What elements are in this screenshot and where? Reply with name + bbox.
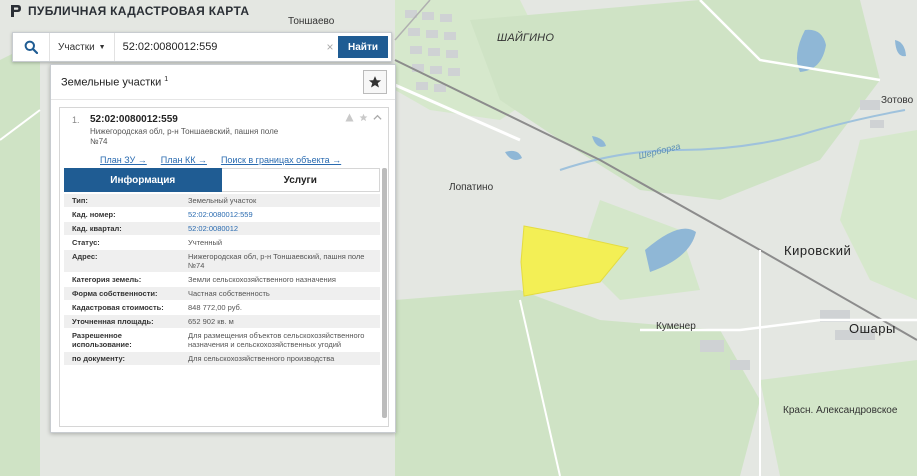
map-label-krasn-aleksandrovskoe: Красн. Александровское	[783, 405, 898, 416]
app-title: ПУБЛИЧНАЯ КАДАСТРОВАЯ КАРТА	[28, 4, 250, 18]
info-value: Земли сельскохозяйственного назначения	[188, 275, 336, 284]
result-card: 1. 52:02:0080012:559 Нижегородская обл, …	[59, 107, 389, 427]
map-label-kirovsky: Кировский	[784, 243, 852, 258]
link-search-in-bounds[interactable]: Поиск в границах объекта →	[221, 155, 341, 165]
info-label: Статус:	[72, 238, 100, 247]
results-count: 1	[164, 75, 169, 83]
tab-services[interactable]: Услуги	[221, 168, 380, 192]
info-label: Кад. квартал:	[72, 224, 122, 233]
info-row-address: Адрес: Нижегородская обл, р-н Тоншаевски…	[64, 250, 380, 273]
search-bar: Участки ▼ × Найти	[12, 32, 392, 62]
info-label: Тип:	[72, 196, 88, 205]
result-header: 1. 52:02:0080012:559 Нижегородская обл, …	[60, 108, 388, 172]
warning-icon[interactable]	[345, 113, 354, 122]
result-cadastral-id[interactable]: 52:02:0080012:559	[90, 114, 378, 125]
results-panel: Земельные участки 1 1. 52:02:0080012:559…	[50, 64, 396, 433]
info-label: Категория земель:	[72, 275, 142, 284]
info-value: Для сельскохозяйственного производства	[188, 354, 335, 363]
forest-area	[0, 40, 40, 476]
result-number: 1.	[72, 115, 80, 125]
clear-icon[interactable]: ×	[322, 40, 338, 54]
map-label-kumener: Куменер	[656, 321, 696, 332]
star-icon[interactable]	[359, 113, 368, 122]
logo-icon	[11, 5, 21, 17]
info-label: Кад. номер:	[72, 210, 116, 219]
search-icon[interactable]	[13, 33, 49, 61]
info-value-link[interactable]: 52:02:0080012:559	[182, 208, 380, 221]
app-header: ПУБЛИЧНАЯ КАДАСТРОВАЯ КАРТА	[10, 0, 249, 22]
result-tools	[345, 113, 382, 122]
star-icon	[368, 76, 382, 88]
link-plan-kk[interactable]: План КК →	[161, 155, 207, 165]
info-label: Адрес:	[72, 252, 98, 261]
info-value: 652 902 кв. м	[188, 317, 234, 326]
result-address: Нижегородская обл, р-н Тоншаевский, пашн…	[90, 127, 330, 147]
search-button[interactable]: Найти	[338, 36, 388, 58]
info-row-type: Тип: Земельный участок	[64, 194, 380, 208]
info-row-permitted-use: Разрешенное использование: Для размещени…	[64, 329, 380, 352]
info-value: Учтенный	[188, 238, 223, 247]
result-links: План ЗУ → План КК → Поиск в границах объ…	[100, 155, 341, 165]
link-plan-zu[interactable]: План ЗУ →	[100, 155, 147, 165]
info-row-cad-number: Кад. номер: 52:02:0080012:559	[64, 208, 380, 222]
info-label: Кадастровая стоимость:	[72, 303, 164, 312]
info-row-status: Статус: Учтенный	[64, 236, 380, 250]
map-label-shaigino: ШАЙГИНО	[497, 32, 555, 44]
map-label-lopatino: Лопатино	[449, 182, 494, 193]
info-table: Тип: Земельный участок Кад. номер: 52:02…	[64, 194, 380, 366]
panel-title-text: Земельные участки	[61, 76, 162, 89]
info-label: Уточненная площадь:	[72, 317, 154, 326]
search-input[interactable]	[114, 35, 323, 59]
chevron-up-icon[interactable]	[373, 113, 382, 122]
favorite-button[interactable]	[363, 70, 387, 94]
info-row-ownership: Форма собственности: Частная собственнос…	[64, 287, 380, 301]
search-type-dropdown[interactable]: Участки ▼	[49, 33, 115, 61]
tab-information[interactable]: Информация	[64, 168, 222, 192]
info-row-by-document: по документу: Для сельскохозяйственного …	[64, 352, 380, 366]
info-value: Земельный участок	[188, 196, 257, 205]
search-type-label: Участки	[58, 41, 95, 53]
panel-header: Земельные участки 1	[51, 65, 395, 100]
info-row-cad-quarter: Кад. квартал: 52:02:0080012	[64, 222, 380, 236]
info-value: Частная собственность	[188, 289, 270, 298]
info-label: Разрешенное использование:	[72, 331, 132, 349]
info-value: Нижегородская обл, р-н Тоншаевский, пашн…	[188, 252, 365, 270]
info-row-land-category: Категория земель: Земли сельскохозяйстве…	[64, 273, 380, 287]
info-value: Для размещения объектов сельскохозяйстве…	[188, 331, 365, 349]
info-tabs: Информация Услуги	[64, 168, 380, 192]
info-row-cad-value: Кадастровая стоимость: 848 772,00 руб.	[64, 301, 380, 315]
scrollbar[interactable]	[382, 168, 387, 418]
result-address-line: Нижегородская обл, р-н Тоншаевский, пашн…	[90, 127, 279, 136]
result-address-line: №74	[90, 137, 108, 146]
map-label-zotovo: Зотово	[881, 95, 914, 106]
map-label-tonshaevo: Тоншаево	[288, 16, 335, 27]
info-value-link[interactable]: 52:02:0080012	[182, 222, 380, 235]
map-label-oshary: Ошары	[849, 321, 896, 336]
info-label: Форма собственности:	[72, 289, 158, 298]
info-label: по документу:	[72, 354, 126, 363]
info-value: 848 772,00 руб.	[188, 303, 242, 312]
chevron-down-icon: ▼	[98, 43, 106, 51]
forest-area	[760, 360, 917, 476]
panel-title: Земельные участки 1	[61, 76, 168, 89]
info-row-area: Уточненная площадь: 652 902 кв. м	[64, 315, 380, 329]
